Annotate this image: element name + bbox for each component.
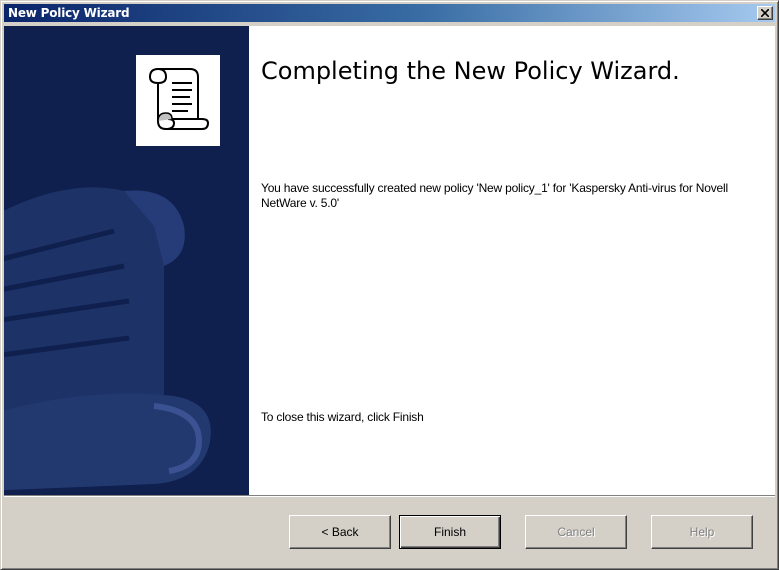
wizard-banner-icon-frame	[136, 55, 220, 146]
finish-button[interactable]: Finish	[399, 515, 501, 549]
wizard-window: New Policy Wizard Completing the New Pol…	[0, 0, 779, 570]
completion-message: You have successfully created new policy…	[261, 181, 728, 210]
wizard-side-panel	[4, 26, 249, 495]
close-button[interactable]	[757, 6, 773, 20]
close-icon	[761, 9, 769, 17]
wizard-main-panel: Completing the New Policy Wizard. You ha…	[249, 26, 775, 495]
cancel-button: Cancel	[525, 515, 627, 549]
button-separator	[4, 495, 775, 497]
back-button[interactable]: < Back	[289, 515, 391, 549]
wizard-content: Completing the New Policy Wizard. You ha…	[4, 26, 775, 495]
close-hint-text: To close this wizard, click Finish	[261, 410, 424, 424]
window-title: New Policy Wizard	[8, 6, 130, 20]
help-button: Help	[651, 515, 753, 549]
wizard-heading: Completing the New Policy Wizard.	[261, 57, 680, 85]
scroll-icon	[148, 68, 210, 130]
title-bar[interactable]: New Policy Wizard	[4, 4, 775, 22]
